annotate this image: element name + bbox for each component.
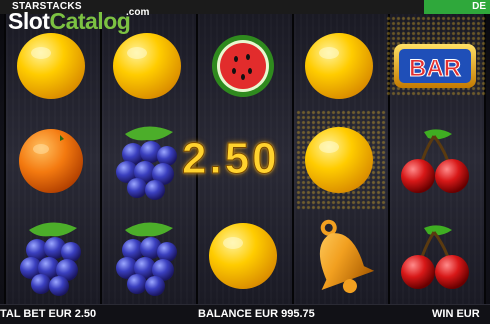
symbol-lemon	[292, 18, 386, 114]
symbol-lemon	[292, 112, 386, 208]
symbol-lemon	[196, 208, 290, 304]
bar-icon: BAR	[394, 44, 476, 88]
bell-icon	[320, 219, 375, 294]
cherries-icon	[401, 129, 469, 193]
grapes-icon	[116, 222, 177, 296]
lemon-icon	[17, 33, 85, 99]
top-right-button[interactable]: DE	[424, 0, 490, 14]
lemon-icon	[209, 223, 277, 289]
watermelon-icon	[212, 35, 274, 97]
grapes-icon	[116, 126, 177, 200]
symbol-grapes	[100, 208, 194, 304]
total-bet-label: TAL BET EUR 2.50	[0, 308, 97, 320]
slotcatalog-watermark: SlotCatalog .com	[8, 7, 149, 38]
symbol-cherries	[388, 208, 482, 304]
symbol-bar: BAR	[388, 18, 482, 114]
symbol-bell	[292, 208, 386, 304]
watermark-brand-part2: Catalog	[49, 8, 131, 34]
lemon-icon	[305, 127, 373, 193]
win-amount-display: 2.50	[182, 134, 280, 184]
cherries-icon	[401, 225, 469, 289]
symbol-grapes	[100, 112, 194, 208]
bottom-info-bar: TAL BET EUR 2.50 BALANCE EUR 995.75 WIN …	[0, 304, 490, 324]
grapes-icon	[20, 222, 81, 296]
symbol-watermelon	[196, 18, 290, 114]
orange-icon	[19, 129, 83, 193]
svg-text:BAR: BAR	[409, 55, 461, 82]
win-label: WIN EUR	[432, 308, 480, 320]
lemon-icon	[113, 33, 181, 99]
symbol-cherries	[388, 112, 482, 208]
watermark-brand-part1: Slot	[8, 8, 50, 34]
watermark-brand-suffix: .com	[126, 7, 150, 18]
symbol-grapes	[4, 208, 98, 304]
symbol-orange	[4, 112, 98, 208]
lemon-icon	[305, 33, 373, 99]
balance-label: BALANCE EUR 995.75	[198, 308, 315, 320]
slot-game-stage: BAR 2.50 STARSTACKS DE SlotCatalog .com	[0, 0, 490, 324]
